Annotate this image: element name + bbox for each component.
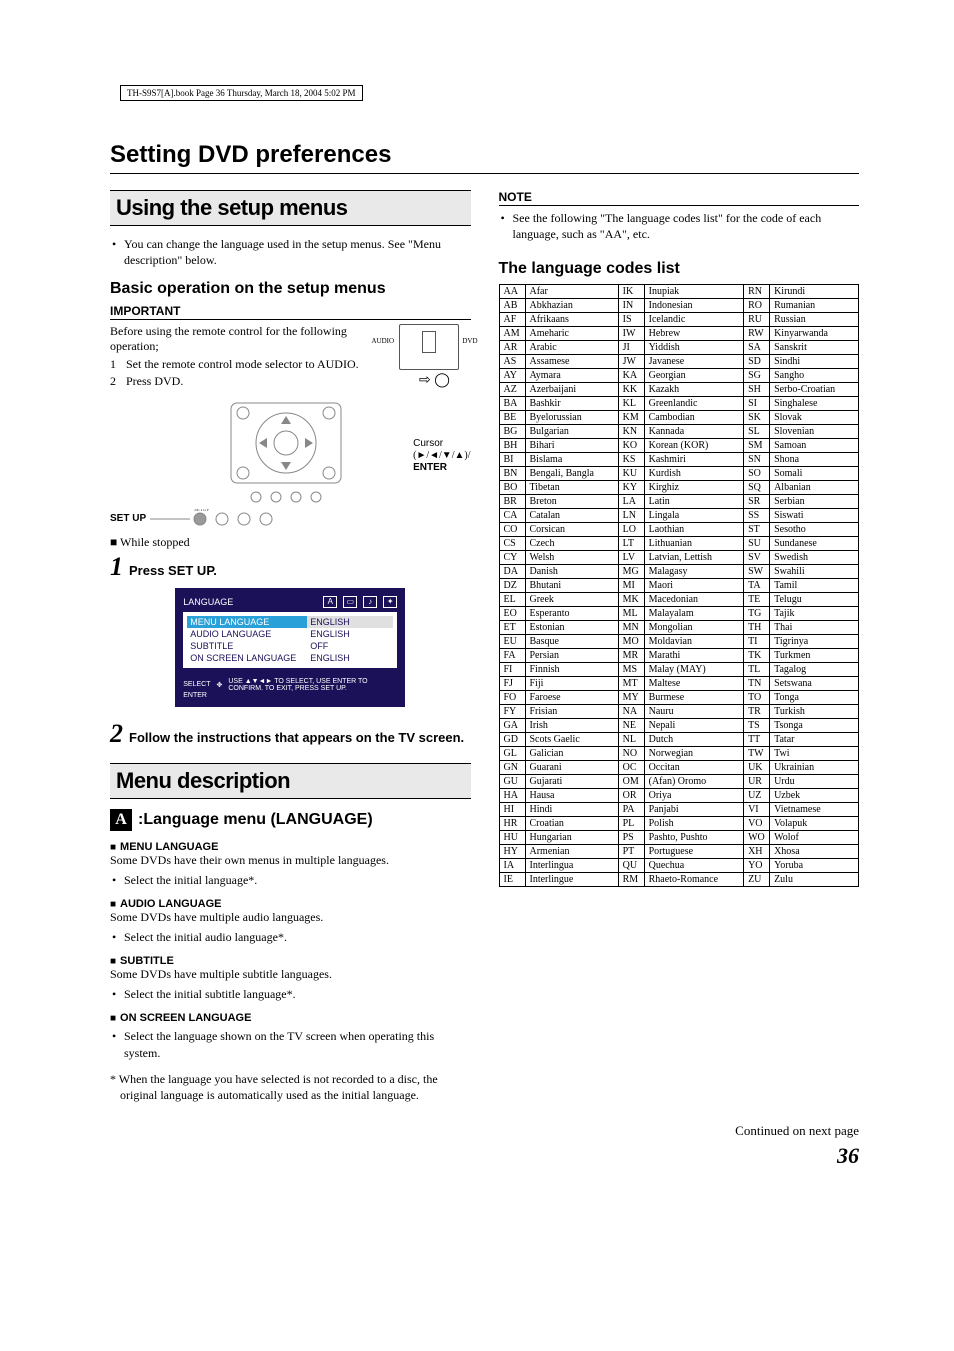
table-row: CYWelshLVLatvian, LettishSVSwedish (499, 551, 859, 565)
table-row: BGBulgarianKNKannadaSLSlovenian (499, 425, 859, 439)
language-codes-table: AAAfarIKInupiakRNKirundiABAbkhazianINInd… (499, 284, 860, 887)
table-row: AFAfrikaansISIcelandicRURussian (499, 313, 859, 327)
table-row: COCorsicanLOLaothianSTSesotho (499, 523, 859, 537)
note-text: See the following "The language codes li… (499, 210, 860, 242)
table-row: DADanishMGMalagasySWSwahili (499, 565, 859, 579)
heading-basic-operation: Basic operation on the setup menus (110, 280, 471, 298)
osd-row: AUDIO LANGUAGEENGLISH (187, 628, 393, 640)
table-row: ELGreekMKMacedonianTETelugu (499, 593, 859, 607)
table-row: BHBihariKOKorean (KOR)SMSamoan (499, 439, 859, 453)
footnote: * When the language you have selected is… (110, 1071, 471, 1103)
before-text: Before using the remote control for the … (110, 324, 399, 354)
table-row: FOFaroeseMYBurmeseTOTonga (499, 691, 859, 705)
using-note: You can change the language used in the … (110, 236, 471, 268)
table-row: GDScots GaelicNLDutchTTTatar (499, 733, 859, 747)
step-1-text: Press SET UP. (129, 563, 217, 578)
note-label: NOTE (499, 190, 860, 206)
table-row: BEByelorussianKMCambodianSKSlovak (499, 411, 859, 425)
pre-step: 2Press DVD. (110, 373, 399, 389)
table-row: IAInterlinguaQUQuechuaYOYoruba (499, 859, 859, 873)
table-row: BABashkirKLGreenlandicSISinghalese (499, 397, 859, 411)
page-title: Setting DVD preferences (110, 141, 859, 174)
table-row: DZBhutaniMIMaoriTATamil (499, 579, 859, 593)
table-row: HAHausaOROriyaUZUzbek (499, 789, 859, 803)
table-row: FIFinnishMSMalay (MAY)TLTagalog (499, 663, 859, 677)
osd-screenshot: LANGUAGE A▭♪✦ MENU LANGUAGEENGLISHAUDIO … (175, 588, 405, 707)
right-column: NOTE See the following "The language cod… (499, 190, 860, 1103)
heading-language-codes: The language codes list (499, 260, 860, 278)
important-label: IMPORTANT (110, 304, 471, 320)
osd-tab-icons: A▭♪✦ (323, 596, 397, 608)
audio-label: AUDIO (372, 337, 395, 345)
lang-block: ■ON SCREEN LANGUAGESelect the language s… (110, 1012, 471, 1060)
table-row: GUGujaratiOM(Afan) OromoURUrdu (499, 775, 859, 789)
table-row: EOEsperantoMLMalayalamTGTajik (499, 607, 859, 621)
table-row: ETEstonianMNMongolianTHThai (499, 621, 859, 635)
osd-foot-enter: ENTER (183, 692, 207, 699)
arrow-icon: ⇨ ◯ (399, 372, 471, 389)
left-column: Using the setup menus You can change the… (110, 190, 471, 1103)
table-row: BOTibetanKYKirghizSQAlbanian (499, 481, 859, 495)
continued-text: Continued on next page (110, 1123, 859, 1139)
step-2-number: 2 (110, 721, 123, 747)
osd-foot-help: USE ▲▼◄► TO SELECT, USE ENTER TO CONFIRM… (228, 678, 397, 692)
table-row: HYArmenianPTPortugueseXHXhosa (499, 845, 859, 859)
table-row: AZAzerbaijaniKKKazakhSHSerbo-Croatian (499, 383, 859, 397)
table-row: ABAbkhazianINIndonesianRORumanian (499, 299, 859, 313)
dvd-label: DVD (462, 337, 477, 345)
table-row: ASAssameseJWJavaneseSDSindhi (499, 355, 859, 369)
table-row: FYFrisianNANauruTRTurkish (499, 705, 859, 719)
table-row: ARArabicJIYiddishSASanskrit (499, 341, 859, 355)
osd-row: ON SCREEN LANGUAGEENGLISH (187, 652, 393, 664)
osd-row: SUBTITLEOFF (187, 640, 393, 652)
heading-menu-description: Menu description (110, 763, 471, 799)
table-row: HRCroatianPLPolishVOVolapuk (499, 817, 859, 831)
lang-block: ■SUBTITLESome DVDs have multiple subtitl… (110, 955, 471, 1002)
remote-bottom-row: SETUP (150, 509, 310, 529)
heading-using-setup: Using the setup menus (110, 190, 471, 226)
step-2-text: Follow the instructions that appears on … (129, 730, 464, 745)
while-stopped: ■ While stopped (110, 535, 471, 550)
lang-block: ■AUDIO LANGUAGESome DVDs have multiple a… (110, 898, 471, 945)
remote-cursor-label: Cursor (►/◄/▼/▲)/ ENTER (413, 438, 470, 474)
osd-row: MENU LANGUAGEENGLISH (187, 616, 393, 628)
table-row: HIHindiPAPanjabiVIVietnamese (499, 803, 859, 817)
table-row: GAIrishNENepaliTSTsonga (499, 719, 859, 733)
table-row: AMAmeharicIWHebrewRWKinyarwanda (499, 327, 859, 341)
table-row: FAPersianMRMarathiTKTurkmen (499, 649, 859, 663)
pre-steps-list: 1Set the remote control mode selector to… (110, 356, 399, 388)
table-row: CSCzechLTLithuanianSUSundanese (499, 537, 859, 551)
step-1-number: 1 (110, 554, 123, 580)
table-row: CACatalanLNLingalaSSSiswati (499, 509, 859, 523)
book-header: TH-S9S7[A].book Page 36 Thursday, March … (120, 85, 363, 101)
table-row: GLGalicianNONorwegianTWTwi (499, 747, 859, 761)
osd-title: LANGUAGE (183, 597, 233, 607)
table-row: AAAfarIKInupiakRNKirundi (499, 285, 859, 299)
svg-text:SETUP: SETUP (194, 509, 210, 513)
remote-dpad-diagram (221, 401, 351, 511)
heading-language-menu: A :Language menu (LANGUAGE) (110, 809, 471, 831)
pre-step: 1Set the remote control mode selector to… (110, 356, 399, 372)
table-row: BRBretonLALatinSRSerbian (499, 495, 859, 509)
osd-foot-select: SELECT (183, 681, 210, 688)
mode-switch-diagram: AUDIO DVD (399, 324, 459, 370)
lang-block: ■MENU LANGUAGESome DVDs have their own m… (110, 841, 471, 888)
table-row: EUBasqueMOMoldavianTITigrinya (499, 635, 859, 649)
table-row: AYAymaraKAGeorgianSGSangho (499, 369, 859, 383)
table-row: HUHungarianPSPashto, PushtoWOWolof (499, 831, 859, 845)
table-row: BIBislamaKSKashmiriSNShona (499, 453, 859, 467)
page-number: 36 (110, 1143, 859, 1169)
table-row: BNBengali, BanglaKUKurdishSOSomali (499, 467, 859, 481)
language-icon: A (110, 809, 132, 831)
setup-label: SET UP (110, 513, 146, 524)
table-row: IEInterlingueRMRhaeto-RomanceZUZulu (499, 873, 859, 887)
table-row: FJFijiMTMalteseTNSetswana (499, 677, 859, 691)
table-row: GNGuaraniOCOccitanUKUkrainian (499, 761, 859, 775)
